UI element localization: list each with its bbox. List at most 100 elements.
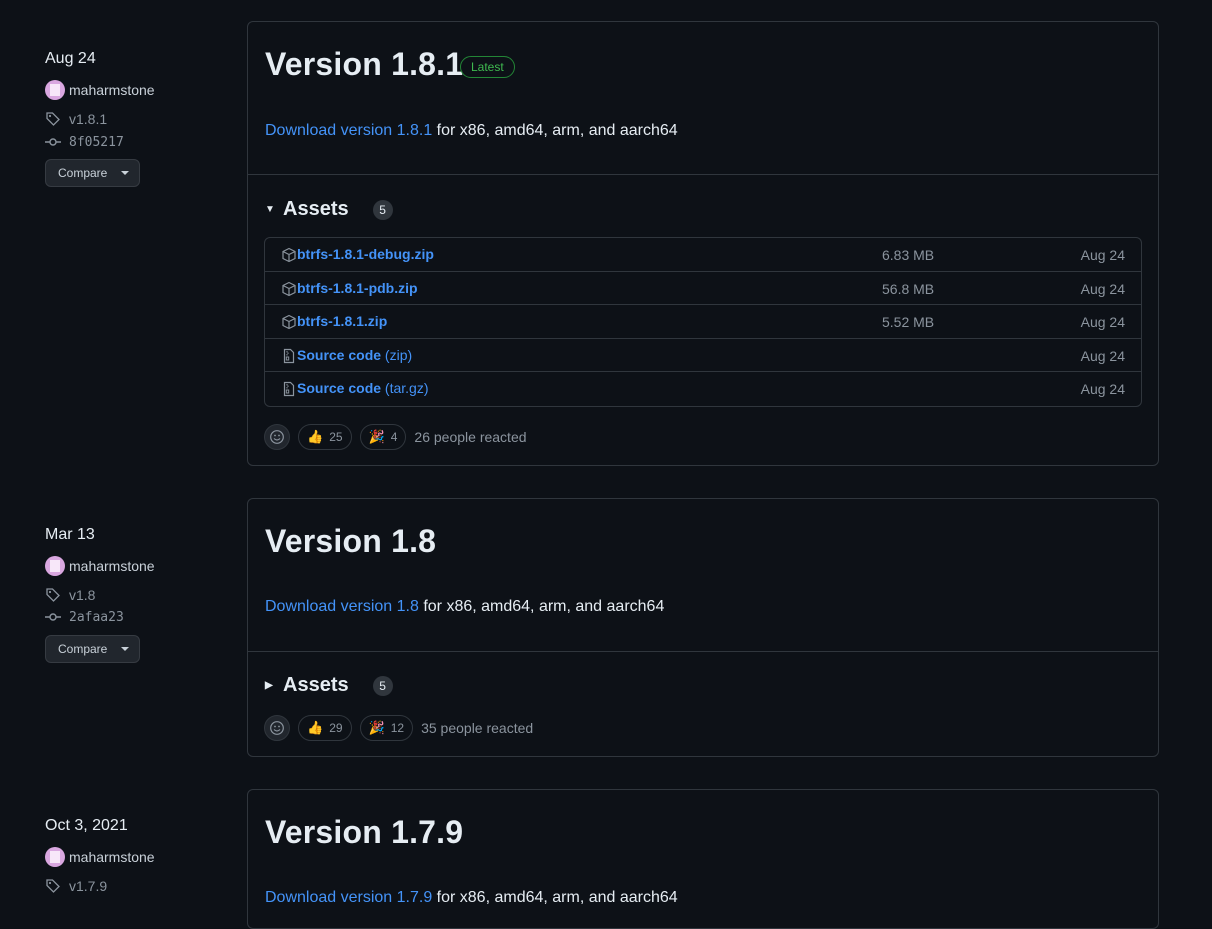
package-icon: [282, 315, 296, 330]
release-title[interactable]: Version 1.7.9: [265, 814, 463, 851]
avatar: [45, 80, 65, 100]
file-zip-icon: [283, 348, 295, 363]
tag-name: v1.8.1: [69, 111, 108, 127]
thumbs-up-reaction[interactable]: 👍 29: [298, 715, 352, 741]
tada-icon: 🎉: [368, 429, 385, 444]
author-link[interactable]: maharmstone: [45, 80, 155, 100]
file-zip-icon: [283, 382, 295, 397]
asset-link[interactable]: Source code (tar.gz): [297, 380, 429, 396]
asset-link[interactable]: btrfs-1.8.1-debug.zip: [297, 246, 434, 262]
divider: [248, 174, 1158, 175]
compare-button[interactable]: Compare: [45, 635, 140, 663]
commit-sha: 8f05217: [69, 134, 124, 150]
author-name: maharmstone: [69, 558, 155, 574]
commit-sha: 2afaa23: [69, 609, 124, 625]
tag-link[interactable]: v1.7.9: [45, 878, 107, 894]
compare-button[interactable]: Compare: [45, 159, 140, 187]
assets-list: btrfs-1.8.1-debug.zip 6.83 MB Aug 24 btr…: [264, 237, 1142, 407]
asset-name: Source code: [297, 346, 382, 363]
assets-count-badge: 5: [372, 675, 393, 696]
smiley-icon: [270, 721, 284, 735]
release-description: Download version 1.7.9 for x86, amd64, a…: [265, 889, 678, 907]
download-link[interactable]: Download version 1.8.1: [265, 122, 432, 139]
asset-link[interactable]: btrfs-1.8.1-pdb.zip: [297, 280, 418, 296]
compare-label: Compare: [58, 166, 108, 180]
tag-icon: [46, 112, 60, 126]
asset-row: Source code (zip) Aug 24: [265, 339, 1141, 373]
asset-date: Aug 24: [1080, 280, 1125, 297]
reactions-bar: 👍 29 🎉 12 35 people reacted: [264, 715, 533, 741]
add-reaction-button[interactable]: [264, 715, 290, 741]
tada-reaction[interactable]: 🎉 4: [359, 424, 407, 450]
assets-label: Assets: [283, 198, 349, 220]
tag-link[interactable]: v1.8: [45, 587, 95, 603]
asset-size: 56.8 MB: [882, 280, 935, 297]
reaction-count: 12: [390, 721, 405, 735]
reaction-count: 4: [390, 430, 398, 444]
asset-date: Aug 24: [1080, 247, 1125, 263]
download-suffix: for x86, amd64, arm, and aarch64: [418, 598, 665, 615]
caret-down-icon: [121, 171, 130, 175]
assets-toggle[interactable]: ▼ Assets 5: [265, 198, 393, 221]
asset-row: btrfs-1.8.1.zip 5.52 MB Aug 24: [265, 305, 1141, 339]
asset-date: Aug 24: [1080, 314, 1125, 331]
download-suffix: for x86, amd64, arm, and aarch64: [432, 889, 678, 906]
author-name: maharmstone: [69, 82, 155, 98]
thumbs-up-reaction[interactable]: 👍 25: [298, 424, 352, 450]
asset-format: (zip): [384, 346, 413, 363]
reaction-count: 29: [329, 721, 343, 735]
tada-reaction[interactable]: 🎉 12: [359, 715, 414, 741]
reaction-summary: 35 people reacted: [421, 720, 534, 736]
avatar: [45, 847, 65, 867]
release-title[interactable]: Version 1.8: [265, 523, 436, 560]
asset-row: btrfs-1.8.1-pdb.zip 56.8 MB Aug 24: [265, 272, 1141, 306]
tag-link[interactable]: v1.8.1: [45, 111, 107, 127]
author-link[interactable]: maharmstone: [45, 556, 155, 576]
asset-date: Aug 24: [1080, 381, 1125, 398]
compare-label: Compare: [58, 642, 108, 656]
release-date: Oct 3, 2021: [45, 817, 128, 834]
assets-toggle[interactable]: ▶ Assets 5: [265, 674, 393, 697]
commit-link[interactable]: 8f05217: [45, 134, 124, 150]
asset-row: btrfs-1.8.1-debug.zip 6.83 MB Aug 24: [265, 238, 1141, 272]
asset-link[interactable]: btrfs-1.8.1.zip: [297, 313, 387, 329]
asset-size: 6.83 MB: [882, 247, 935, 263]
package-icon: [282, 281, 296, 296]
triangle-right-icon: ▶: [265, 680, 273, 691]
asset-link[interactable]: Source code (zip): [297, 347, 412, 363]
tag-icon: [46, 588, 60, 602]
asset-date: Aug 24: [1080, 347, 1125, 364]
release-description: Download version 1.8 for x86, amd64, arm…: [265, 598, 664, 616]
reaction-count: 25: [329, 430, 343, 444]
author-link[interactable]: maharmstone: [45, 847, 155, 867]
release-title[interactable]: Version 1.8.1: [265, 46, 463, 83]
reactions-bar: 👍 25 🎉 4 26 people reacted: [264, 424, 527, 450]
assets-count-badge: 5: [372, 199, 393, 220]
triangle-down-icon: ▼: [265, 204, 275, 215]
smiley-icon: [270, 430, 284, 444]
author-name: maharmstone: [69, 849, 155, 865]
assets-label: Assets: [283, 674, 349, 696]
avatar: [45, 556, 65, 576]
asset-format: (tar.gz): [384, 380, 429, 397]
release-card: Version 1.7.9 Download version 1.7.9 for…: [247, 789, 1159, 929]
latest-badge: Latest: [460, 56, 515, 78]
release-card: Version 1.8.1 Latest Download version 1.…: [247, 21, 1159, 466]
release-card: Version 1.8 Download version 1.8 for x86…: [247, 498, 1159, 757]
release-date: Mar 13: [45, 526, 95, 543]
reaction-summary: 26 people reacted: [414, 429, 527, 445]
thumbs-up-icon: 👍: [307, 720, 324, 735]
add-reaction-button[interactable]: [264, 424, 290, 450]
commit-link[interactable]: 2afaa23: [45, 609, 124, 625]
asset-row: Source code (tar.gz) Aug 24: [265, 372, 1141, 406]
asset-size: 5.52 MB: [882, 314, 935, 331]
download-link[interactable]: Download version 1.7.9: [265, 889, 432, 906]
thumbs-up-icon: 👍: [307, 429, 324, 444]
package-icon: [282, 247, 296, 263]
tag-name: v1.7.9: [69, 878, 108, 894]
asset-name: Source code: [297, 380, 382, 397]
download-link[interactable]: Download version 1.8: [265, 598, 419, 615]
release-date: Aug 24: [45, 50, 96, 67]
git-commit-icon: [45, 613, 61, 621]
release-description: Download version 1.8.1 for x86, amd64, a…: [265, 122, 678, 140]
